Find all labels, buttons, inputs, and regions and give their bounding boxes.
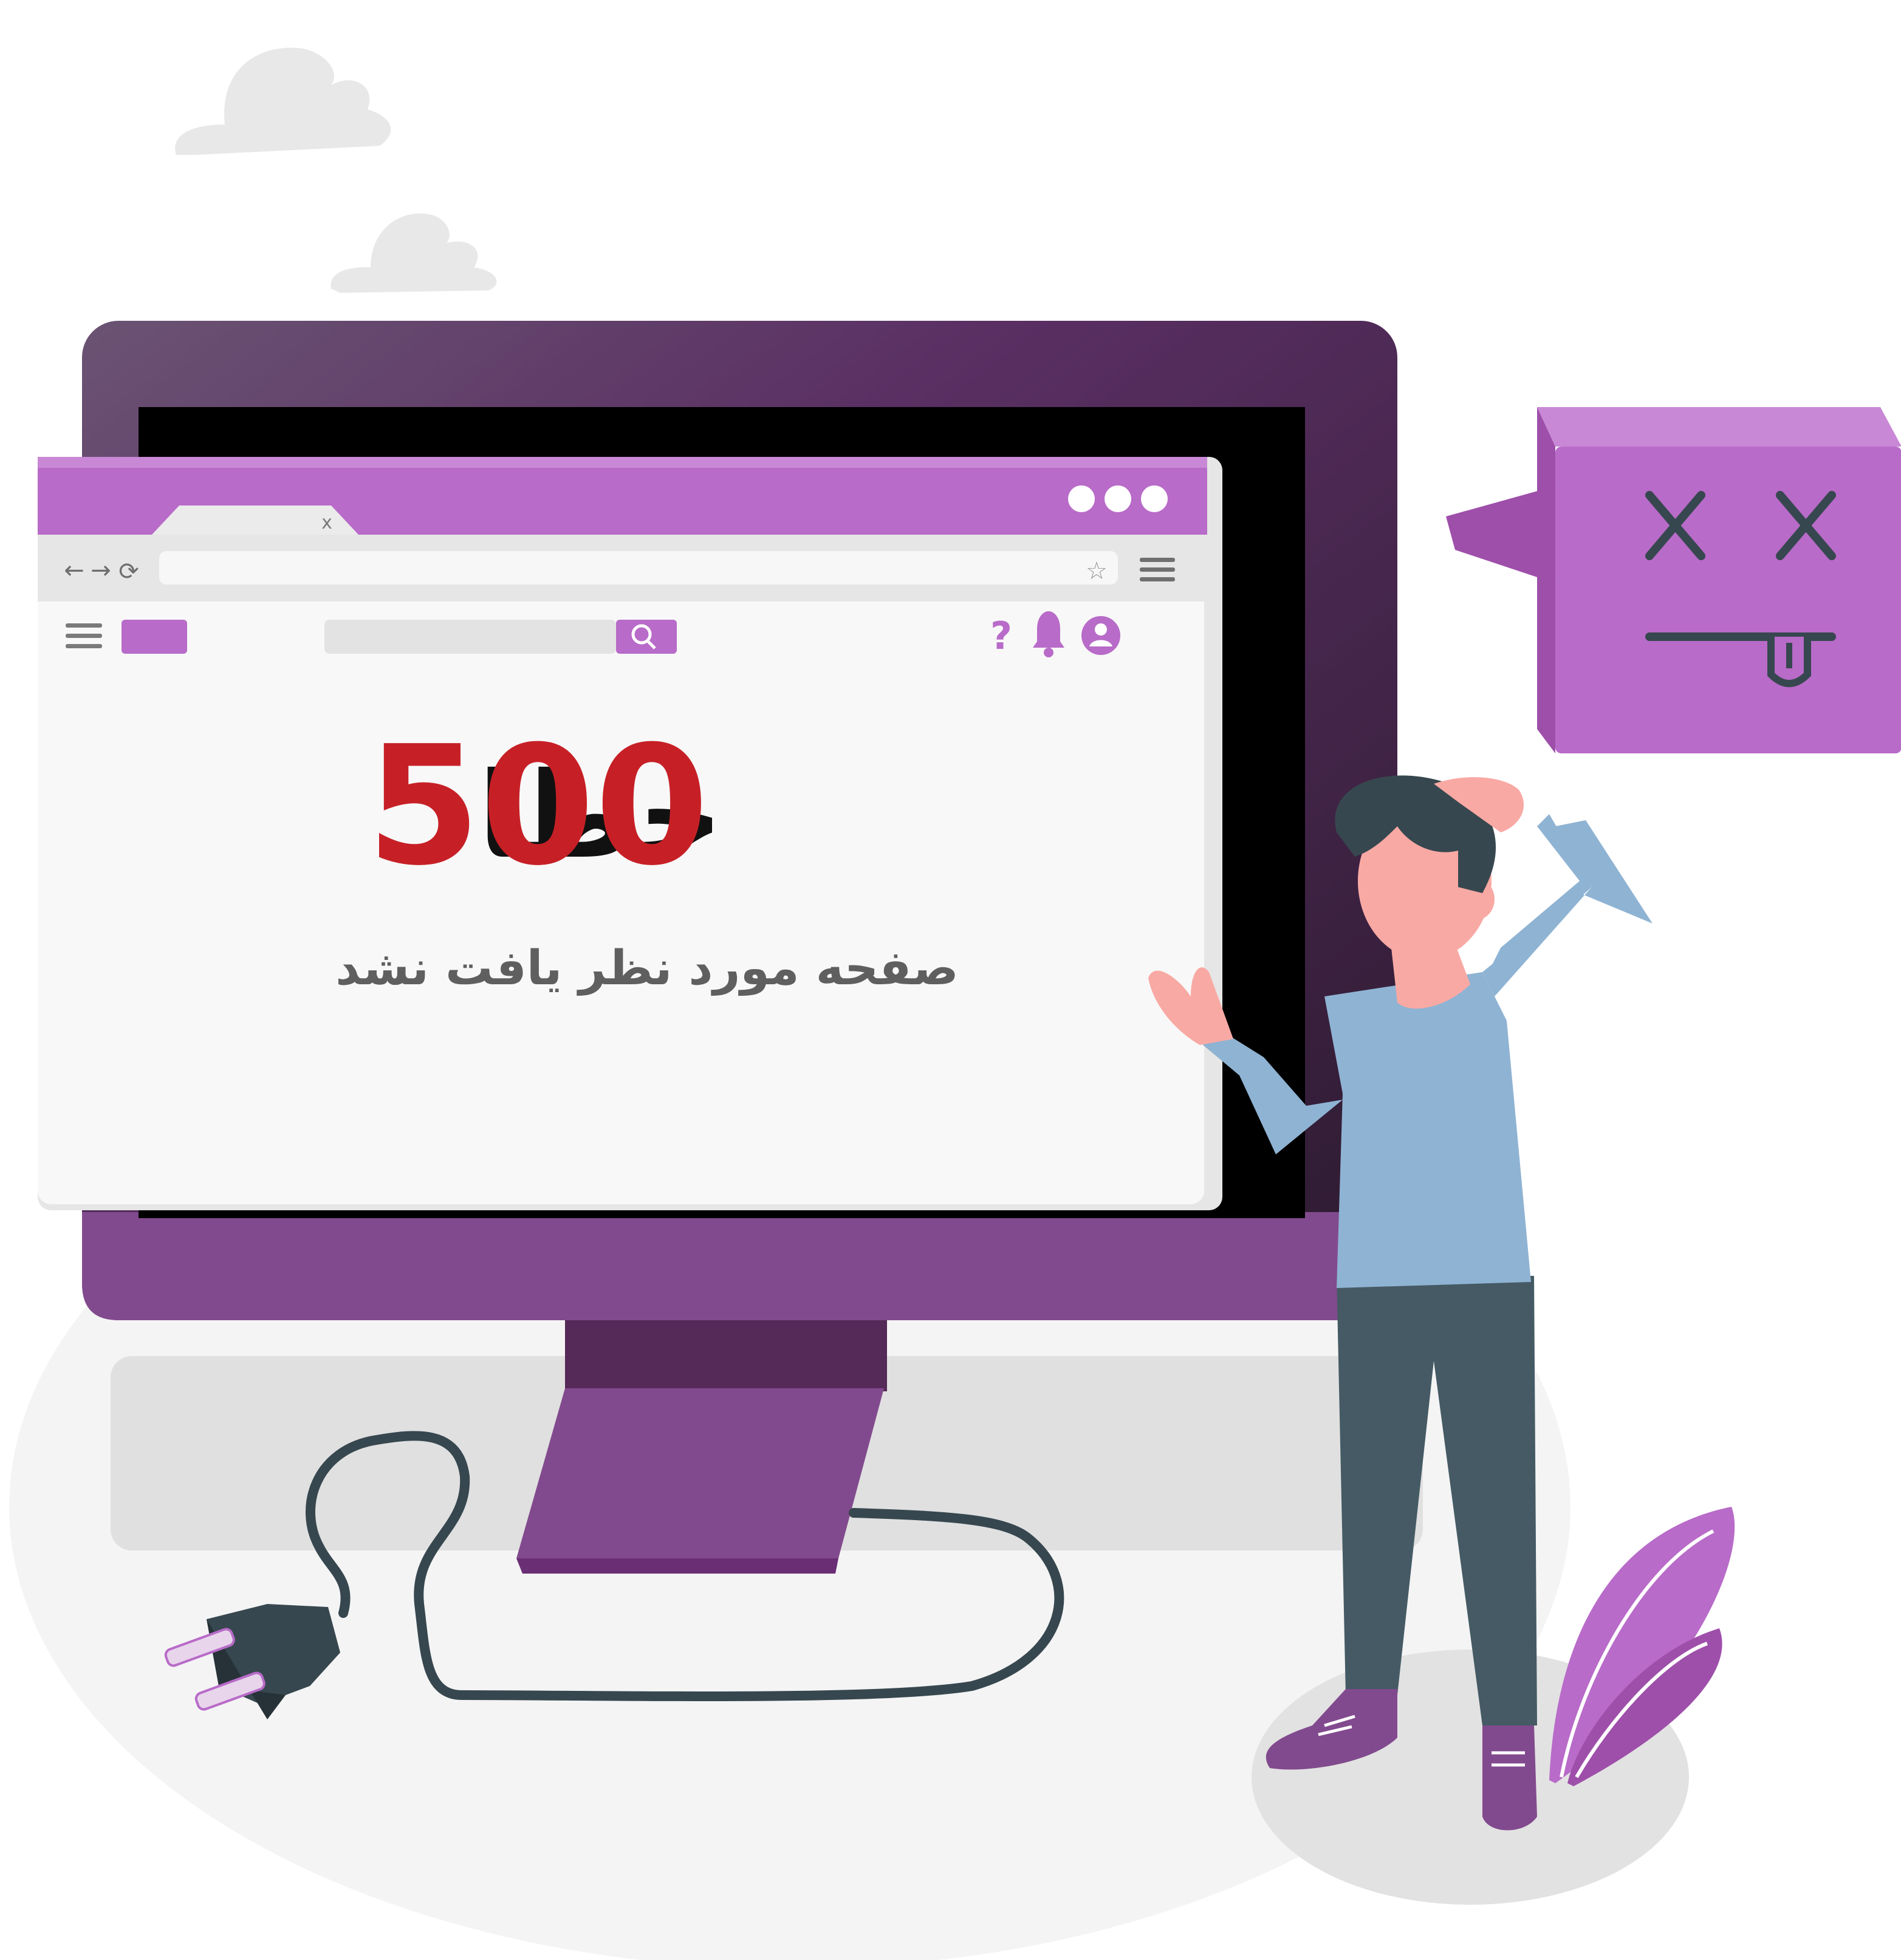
cloud-icon [331,213,497,293]
error-code: 500 [366,710,709,902]
error-heading: خطا 500 [366,710,723,902]
cloud-icon [175,47,391,155]
error-message: صفحه مورد نظر یافت نشد [335,941,959,996]
page-menu-icon[interactable] [66,623,102,648]
plant-leaves [1549,1507,1735,1786]
window-dot-icon[interactable] [1068,485,1095,512]
monitor-stand-neck [565,1312,887,1391]
tab-close-icon[interactable]: x [321,512,332,533]
address-bar[interactable] [159,551,1118,584]
window-dot-icon[interactable] [1141,485,1168,512]
page-search-button[interactable] [616,620,677,654]
help-icon[interactable]: ? [990,614,1012,658]
page-search-input[interactable] [324,620,616,654]
monitor-stand [516,1388,884,1558]
forward-icon[interactable]: → [91,557,111,584]
user-avatar-icon[interactable] [1081,616,1120,655]
back-icon[interactable]: ← [64,557,84,584]
dead-face-bubble [1446,407,1901,753]
browser-menu-icon[interactable] [1140,558,1175,581]
bookmark-star-icon[interactable]: ☆ [1086,557,1108,585]
window-dot-icon[interactable] [1105,485,1131,512]
monitor-chin [82,1212,1397,1320]
page-logo[interactable] [122,620,187,654]
reload-icon[interactable]: ⟳ [118,558,139,586]
